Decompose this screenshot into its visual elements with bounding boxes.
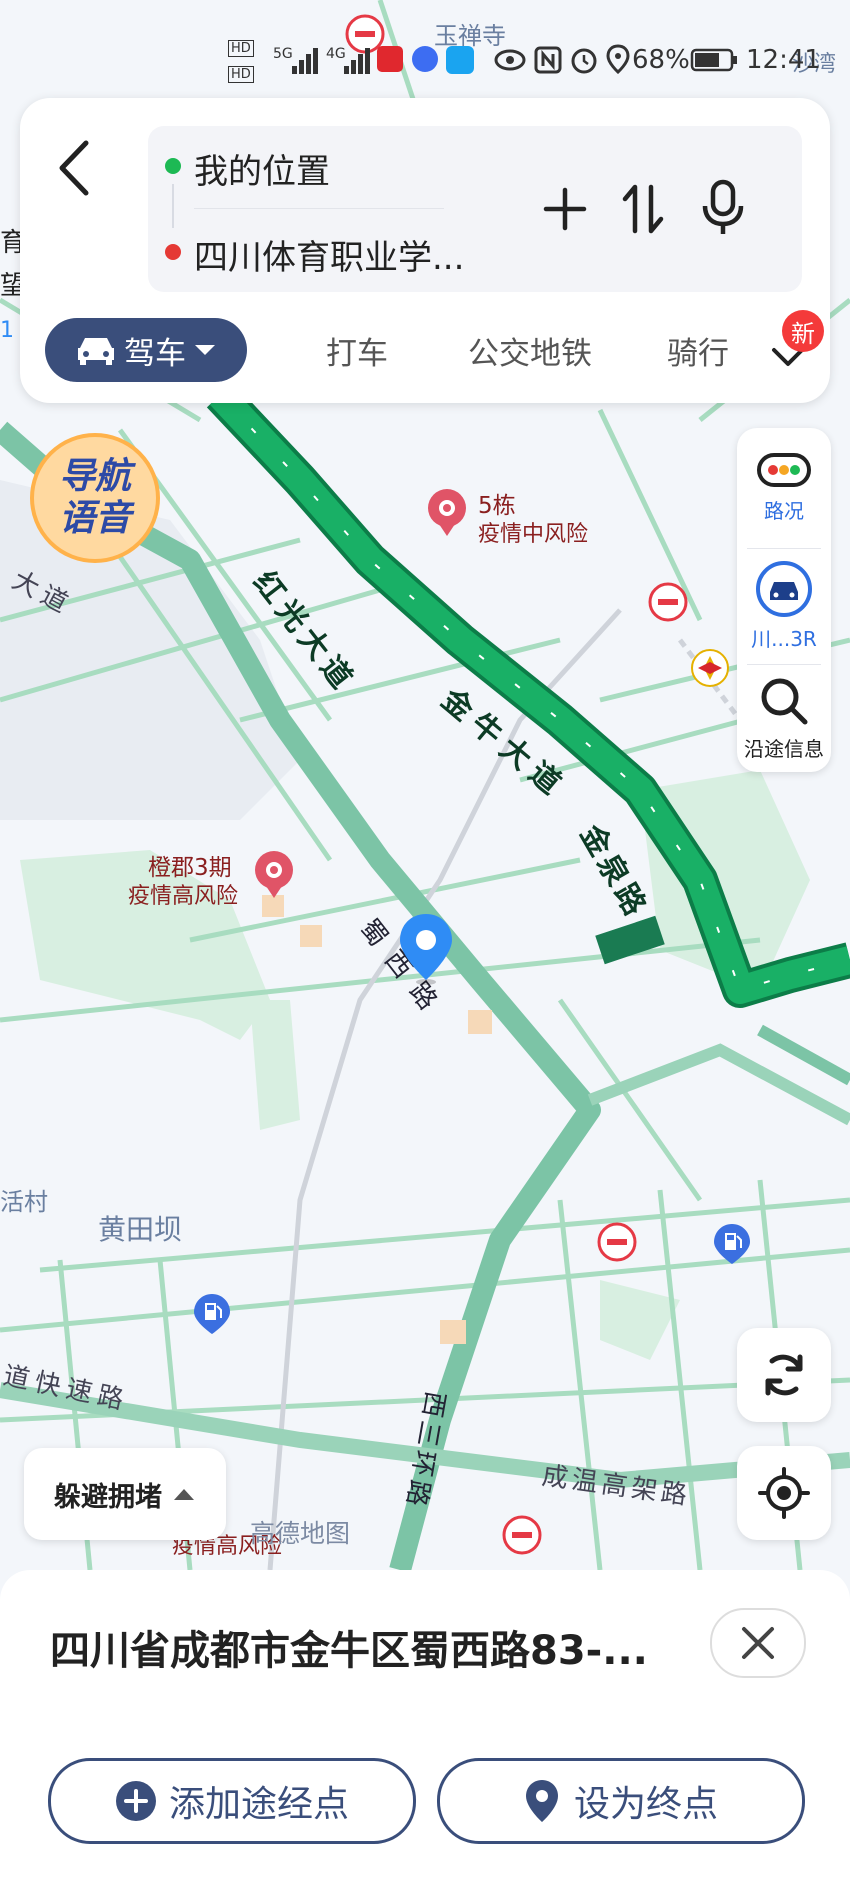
microphone-icon[interactable] [700, 178, 746, 238]
refresh-icon [765, 1354, 803, 1396]
no-entry-icon [648, 582, 688, 622]
caret-up-icon [174, 1489, 194, 1500]
map-label-left-cut-3: 1 [0, 318, 14, 343]
clock-time: 12:41 [746, 45, 821, 75]
tab-drive[interactable]: 驾车 [45, 318, 247, 382]
traffic-button[interactable]: 路况 [737, 438, 831, 544]
locate-me-button[interactable] [737, 1446, 831, 1540]
close-button[interactable] [710, 1608, 806, 1678]
risk-marker-icon[interactable] [252, 850, 296, 900]
destination-dot-icon [165, 244, 181, 260]
music-icon [412, 46, 438, 72]
add-waypoint-button[interactable]: 添加途经点 [48, 1758, 416, 1844]
back-arrow-icon[interactable] [48, 133, 108, 203]
nfc-icon [534, 46, 562, 74]
new-badge: 新 [782, 310, 824, 352]
vehicle-label: 川...3R [751, 627, 817, 651]
map-watermark: 高德地图 [250, 1519, 351, 1548]
map-label-huocun: 活村 [0, 1188, 48, 1216]
voice-nav-badge-line2: 语音 [58, 498, 131, 539]
gas-station-icon[interactable] [712, 1222, 752, 1266]
alarm-icon [571, 48, 597, 74]
add-waypoint-plus-icon[interactable] [540, 184, 590, 234]
route-input-box: 我的位置 四川体育职业学... [148, 126, 802, 292]
signal-icon [344, 48, 370, 74]
transport-mode-tabs: 驾车 打车 公交地铁 骑行 新 [20, 310, 830, 388]
risk-marker-icon[interactable] [425, 488, 469, 538]
swap-icon[interactable] [618, 181, 668, 237]
avoid-congestion-label: 躲避拥堵 [54, 1481, 162, 1513]
map-label-chengjun: 橙郡3期 [148, 855, 232, 881]
vehicle-button[interactable]: 川...3R [737, 556, 831, 660]
car-icon [78, 338, 114, 365]
route-divider [194, 208, 444, 209]
voice-nav-badge[interactable]: 导航 语音 [30, 433, 160, 563]
tab-transit[interactable]: 公交地铁 [440, 318, 620, 382]
destination-field[interactable]: 四川体育职业学... [194, 230, 464, 279]
current-location-pin-icon[interactable] [398, 912, 454, 986]
side-divider [747, 664, 821, 665]
search-icon [761, 678, 808, 725]
refresh-route-button[interactable] [737, 1328, 831, 1422]
close-icon [742, 1627, 774, 1659]
location-status-icon [606, 44, 630, 74]
signal-icon [292, 48, 318, 74]
origin-dot-icon [165, 158, 181, 174]
origin-field[interactable]: 我的位置 [194, 144, 330, 193]
petrochina-icon[interactable] [690, 648, 730, 688]
battery-percent: 68% [632, 45, 690, 75]
no-entry-icon [502, 1515, 542, 1555]
along-route-button[interactable]: 沿途信息 [737, 668, 831, 768]
set-destination-label: 设为终点 [573, 1784, 718, 1825]
avoid-congestion-button[interactable]: 躲避拥堵 [24, 1448, 226, 1540]
battery-icon [690, 48, 737, 72]
map-label-huangtianba: 黄田坝 [98, 1213, 183, 1246]
bottom-sheet: 四川省成都市金牛区蜀西路83-... 添加途经点 设为终点 [0, 1570, 850, 1889]
tab-ride[interactable]: 骑行 [638, 318, 758, 382]
side-divider [747, 548, 821, 549]
along-route-label: 沿途信息 [744, 737, 824, 761]
status-bar: HD HD 5G 4G 68% 12:41 [0, 0, 850, 110]
map-label-building5: 5栋 [478, 493, 516, 519]
voice-nav-badge-line1: 导航 [58, 456, 131, 497]
eye-icon [494, 49, 526, 71]
crosshair-icon [758, 1467, 810, 1519]
add-waypoint-label: 添加途经点 [168, 1784, 349, 1825]
hd-icon: HD [228, 66, 254, 83]
vehicle-icon [756, 561, 812, 617]
traffic-light-icon [757, 453, 811, 487]
map-label-high-risk: 疫情高风险 [128, 884, 239, 909]
app-icon [377, 46, 403, 72]
set-destination-button[interactable]: 设为终点 [437, 1758, 805, 1844]
route-connector [172, 184, 174, 228]
chevron-down-icon [195, 345, 215, 355]
no-entry-icon [597, 1222, 637, 1262]
location-pin-icon [525, 1780, 558, 1822]
map-label-medium-risk: 疫情中风险 [478, 522, 589, 547]
traffic-label: 路况 [764, 499, 804, 523]
address-title: 四川省成都市金牛区蜀西路83-... [50, 1628, 648, 1674]
tab-taxi[interactable]: 打车 [302, 318, 412, 382]
route-card: 我的位置 四川体育职业学... 驾车 打车 公交地铁 骑行 新 [20, 98, 830, 403]
plus-circle-icon [115, 1781, 156, 1821]
hd-icon: HD [228, 40, 254, 57]
side-toolbar: 路况 川...3R 沿途信息 [737, 428, 831, 772]
search-app-icon [446, 46, 474, 74]
gas-station-icon[interactable] [192, 1292, 232, 1336]
tab-drive-label: 驾车 [124, 335, 186, 372]
